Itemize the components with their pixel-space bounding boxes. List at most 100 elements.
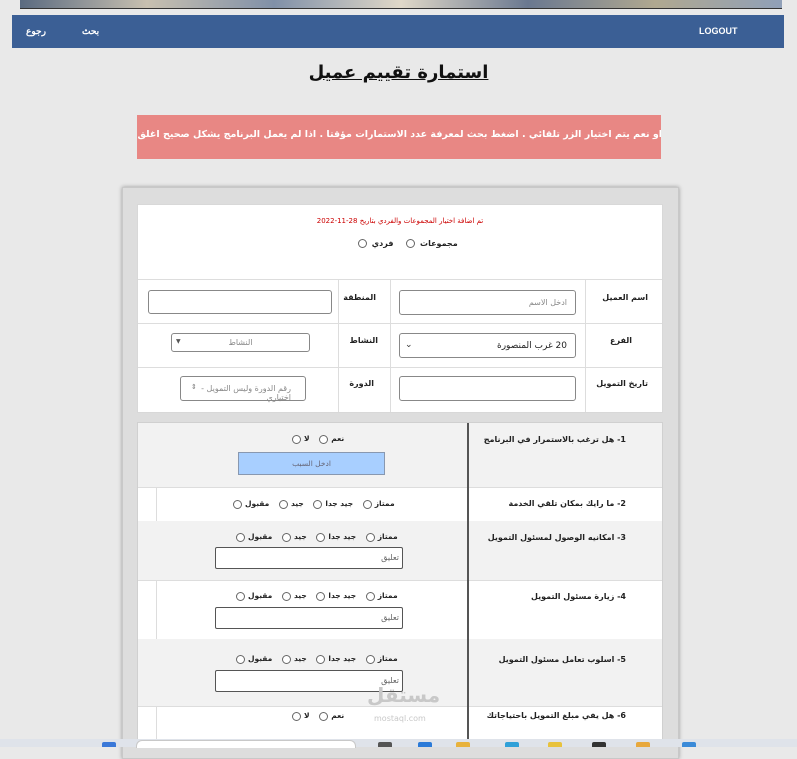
individual-label: فردي <box>371 239 394 248</box>
good-radio[interactable] <box>278 499 288 509</box>
activity-label: النشاط <box>349 336 378 345</box>
watermark-url: mostaql.com <box>374 714 426 723</box>
chevron-down-icon: ⌄ <box>405 340 413 350</box>
good-radio[interactable] <box>281 591 291 601</box>
app3-icon[interactable] <box>636 742 650 747</box>
search-link[interactable]: بحث <box>82 26 99 37</box>
very-good-label: جيد جدا <box>325 499 354 508</box>
start-icon[interactable] <box>102 742 116 747</box>
very-good-label: جيد جدا <box>328 532 357 541</box>
added-note: تم اضافة اختيار المجموعات والفردي بتاريخ… <box>316 217 484 225</box>
very-good-radio[interactable] <box>316 532 326 542</box>
yes-no-options: نعم لا <box>285 711 344 721</box>
groups-radio[interactable] <box>358 239 367 248</box>
client-name-input[interactable]: ادخل الاسم <box>399 290 576 315</box>
acceptable-radio[interactable] <box>233 499 242 509</box>
question-text: 1- هل ترغب بالاستمرار في البرنامج <box>483 435 626 444</box>
client-info-form: تم اضافة اختيار المجموعات والفردي بتاريخ… <box>137 204 663 413</box>
very-good-label: جيد جدا <box>328 591 357 600</box>
spinner-icon: ⇕ <box>191 383 197 391</box>
very-good-radio[interactable] <box>316 654 326 664</box>
funding-date-label: تاريخ التمويل <box>596 379 648 388</box>
very-good-radio[interactable] <box>316 591 326 601</box>
reason-input[interactable]: ادخل السبب <box>238 452 385 475</box>
back-link[interactable]: رجوع <box>26 26 46 37</box>
rating-options: ممتاز جيد جدا جيد مقبول <box>229 654 398 664</box>
task-view-icon[interactable] <box>378 742 392 747</box>
question-row: 3- امكانيه الوصول لمسئول التمويل ممتاز ج… <box>138 521 662 581</box>
activity-select[interactable]: النشاط ▼ <box>171 333 310 352</box>
sticky-icon[interactable] <box>548 742 562 747</box>
rating-options: ممتاز جيد جدا جيد مقبول <box>229 591 398 601</box>
branch-select[interactable]: 20 غرب المنصورة ⌄ <box>399 333 576 358</box>
acceptable-radio[interactable] <box>236 654 245 664</box>
excellent-label: ممتاز <box>377 591 398 600</box>
col-divider <box>390 279 391 412</box>
rating-options: ممتاز جيد جدا جيد مقبول <box>229 532 398 542</box>
cycle-input[interactable]: رقم الدورة وليس التمويل - اختياري ⇕ <box>180 376 306 402</box>
app-icon[interactable] <box>418 742 432 747</box>
edge-icon[interactable] <box>505 742 519 747</box>
question-text: 5- اسلوب تعامل مسئول التمويل <box>498 655 626 664</box>
no-label: لا <box>304 434 310 443</box>
yes-radio[interactable] <box>319 711 329 721</box>
good-label: جيد <box>293 591 307 600</box>
branch-value: 20 غرب المنصورة <box>497 341 567 351</box>
no-radio[interactable] <box>292 711 301 721</box>
acceptable-radio[interactable] <box>236 532 245 542</box>
good-radio[interactable] <box>281 532 291 542</box>
groups-label: مجموعات <box>420 239 458 248</box>
no-radio[interactable] <box>292 434 301 444</box>
yes-radio[interactable] <box>319 434 329 444</box>
individual-radio[interactable] <box>406 239 416 248</box>
yes-label: نعم <box>331 711 345 720</box>
question-text: 2- ما رايك بمكان تلقي الخدمة <box>508 499 627 508</box>
excellent-radio[interactable] <box>365 532 375 542</box>
acceptable-label: مقبول <box>248 532 273 541</box>
excellent-radio[interactable] <box>365 654 375 664</box>
question-row: 4- زيارة مسئول التمويل ممتاز جيد جدا جيد… <box>138 580 662 640</box>
folder-icon[interactable] <box>456 742 470 747</box>
comment-input[interactable]: تعليق <box>215 607 403 629</box>
region-label: المنطقة <box>343 293 376 302</box>
logout-link[interactable]: LOGOUT <box>699 26 738 36</box>
app2-icon[interactable] <box>592 742 606 747</box>
comment-input[interactable]: تعليق <box>215 547 403 569</box>
good-radio[interactable] <box>281 654 291 664</box>
column-divider <box>467 423 469 743</box>
yes-no-options: نعم لا <box>285 434 344 444</box>
app4-icon[interactable] <box>682 742 696 747</box>
rating-options: ممتاز جيد جدا جيد مقبول <box>226 499 395 509</box>
excellent-radio[interactable] <box>365 591 375 601</box>
client-name-label: اسم العميل <box>602 293 648 302</box>
region-input[interactable] <box>148 290 332 314</box>
page-title: استمارة تقييم عميل <box>308 62 489 83</box>
excellent-label: ممتاز <box>377 532 398 541</box>
row-divider <box>138 367 662 368</box>
acceptable-radio[interactable] <box>236 591 245 601</box>
branch-label: الفرع <box>610 336 632 345</box>
funding-date-input[interactable] <box>399 376 576 401</box>
good-label: جيد <box>293 654 307 663</box>
question-text: 6- هل يفي مبلغ التمويل باحتياجاتك <box>486 711 626 720</box>
good-label: جيد <box>290 499 304 508</box>
very-good-label: جيد جدا <box>328 654 357 663</box>
very-good-radio[interactable] <box>313 499 323 509</box>
excellent-radio[interactable] <box>362 499 372 509</box>
good-label: جيد <box>293 532 307 541</box>
question-text: 4- زيارة مسئول التمويل <box>530 592 626 601</box>
notice-banner: او نعم يتم اختيار الزر تلقائي . اضغط بحث… <box>137 115 661 159</box>
watermark-logo: مستقل <box>367 683 441 707</box>
navbar: رجوع بحث LOGOUT <box>12 15 784 48</box>
acceptable-label: مقبول <box>248 654 273 663</box>
notice-text: او نعم يتم اختيار الزر تلقائي . اضغط بحث… <box>137 129 661 140</box>
taskbar <box>0 739 797 747</box>
cycle-placeholder: رقم الدورة وليس التمويل - اختياري <box>201 384 291 402</box>
activity-placeholder: النشاط <box>228 338 253 347</box>
question-row: 2- ما رايك بمكان تلقي الخدمة ممتاز جيد ج… <box>138 487 662 522</box>
question-text: 3- امكانيه الوصول لمسئول التمويل <box>487 533 626 542</box>
no-label: لا <box>304 711 310 720</box>
col-divider <box>338 279 339 412</box>
yes-label: نعم <box>331 434 345 443</box>
header-banner-image <box>20 0 782 9</box>
